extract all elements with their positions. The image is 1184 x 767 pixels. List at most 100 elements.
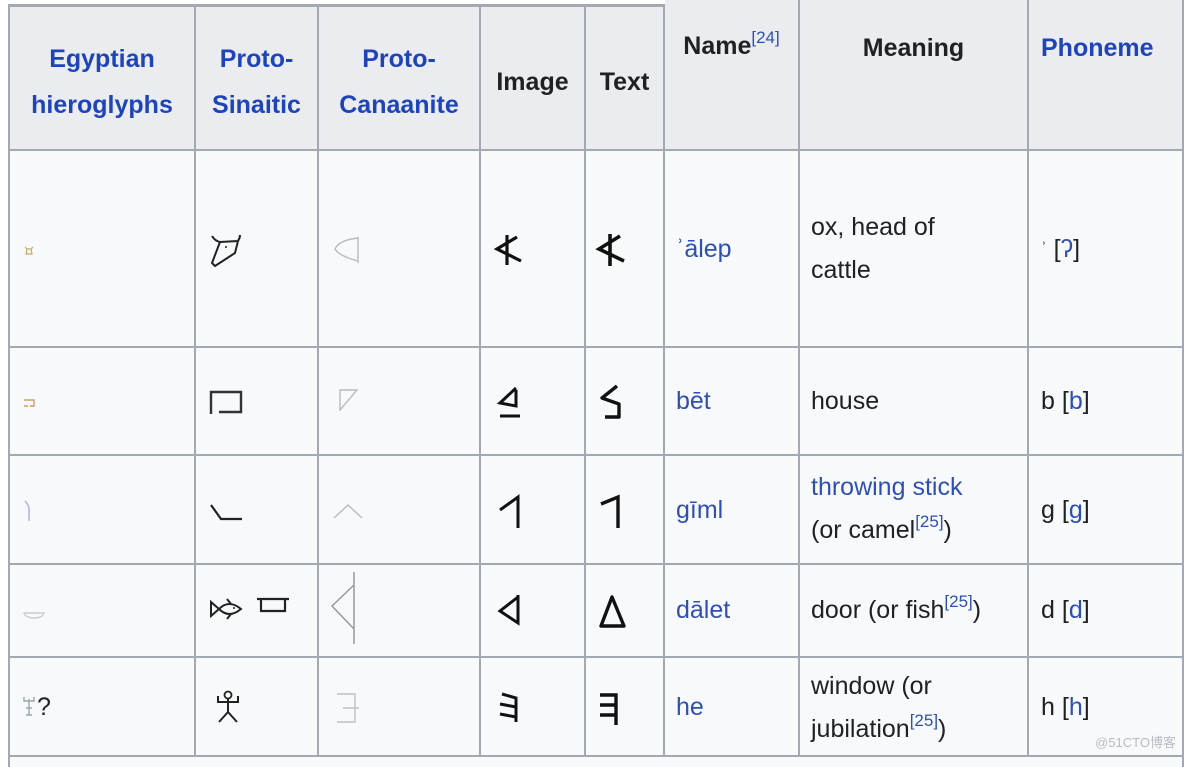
meaning-dalet-text: door (or fish (811, 596, 945, 624)
meaning-aleph-line1: ox, head of (811, 213, 935, 241)
door-hieroglyph-icon (22, 612, 46, 619)
citation-25-link[interactable]: [25] (910, 711, 938, 730)
header-proto-sinaitic[interactable]: Proto- Sinaitic (196, 4, 319, 151)
header-sinaitic-line2: Sinaitic (212, 91, 301, 119)
citation-25-link[interactable]: [25] (944, 592, 972, 611)
bet-phoenician-icon (496, 386, 520, 418)
meaning-he-close: ) (938, 715, 947, 743)
phoneme-bet-ipa-link[interactable]: b (1069, 387, 1083, 415)
phoneme-gimel-ipa-link[interactable]: g (1069, 496, 1083, 524)
header-phoneme[interactable]: Phoneme (1029, 0, 1184, 151)
table-row-he-sinaitic (196, 658, 319, 757)
citation-25-link[interactable]: [25] (915, 512, 943, 531)
header-egyptian-line2: hieroglyphs (31, 91, 173, 119)
table-row-aleph-meaning: ox, head of cattle (800, 151, 1029, 348)
dalet-text-glyph-icon (599, 595, 626, 628)
header-sinaitic-line1: Proto- (219, 45, 294, 73)
table-row-aleph-phoneme: ʾ [ʔ] (1029, 151, 1184, 348)
table-row-aleph-egyptian (8, 151, 196, 348)
gimel-text-glyph-icon (600, 494, 620, 528)
table-row-bet-image (481, 348, 586, 456)
name-link-dalet[interactable]: dālet (676, 589, 730, 631)
phoneme-bet: b [b] (1041, 387, 1090, 415)
meaning-gimel-text: (or camel (811, 516, 916, 544)
table-row-partial (8, 757, 1184, 767)
meaning-he-line2: jubilation[25]) (811, 708, 946, 750)
meaning-he-line1: window (or (811, 672, 932, 700)
ox-head-hieroglyph-icon (24, 246, 34, 255)
name-link-he[interactable]: he (676, 686, 704, 728)
table-row-aleph-canaanite (319, 151, 481, 348)
header-image-label: Image (496, 68, 569, 96)
aleph-canaanite-icon (334, 237, 359, 263)
header-text-label: Text (599, 68, 650, 96)
he-text-glyph-icon (600, 693, 618, 725)
meaning-dalet: door (or fish[25]) (811, 589, 981, 631)
egyptian-he-uncertain-mark: ? (37, 693, 51, 721)
watermark: @51CTO博客 (1095, 735, 1176, 750)
header-meaning-label: Meaning (862, 34, 965, 62)
name-link-bet[interactable]: bēt (676, 380, 711, 422)
bet-text-glyph-icon (600, 384, 621, 419)
table-row-bet-meaning: house (800, 348, 1029, 456)
table-row-aleph-name: ʾālep (665, 151, 800, 348)
table-row-dalet-meaning: door (or fish[25]) (800, 565, 1029, 658)
gimel-canaanite-icon (333, 504, 363, 519)
table-row-gimel-sinaitic (196, 456, 319, 565)
table-row-dalet-name: dālet (665, 565, 800, 658)
dalet-phoenician-icon (497, 595, 520, 626)
table-row-bet-canaanite (319, 348, 481, 456)
header-canaanite-line2: Canaanite (339, 91, 459, 119)
phoneme-aleph-ipa-link[interactable]: ʔ (1061, 235, 1074, 263)
gimel-phoenician-icon (499, 494, 520, 528)
meaning-link-throwing-stick[interactable]: throwing stick (811, 466, 962, 508)
name-link-aleph[interactable]: ʾālep (676, 228, 732, 270)
name-link-gimel[interactable]: gīml (676, 489, 723, 531)
phoenician-alphabet-table: Egyptian hieroglyphs Proto- Sinaitic Pro… (0, 0, 1184, 767)
table-row-he-egyptian: ? (8, 658, 196, 757)
phoneme-he-ipa-link[interactable]: h (1069, 693, 1083, 721)
header-name: Name[24] (665, 0, 800, 151)
citation-24-link[interactable]: [24] (751, 28, 779, 47)
table-row-bet-name: bēt (665, 348, 800, 456)
table-row-dalet-text (586, 565, 665, 658)
house-icon (209, 390, 243, 414)
phoneme-dalet: d [d] (1041, 596, 1090, 624)
table-row-gimel-canaanite (319, 456, 481, 565)
table-row-bet-text (586, 348, 665, 456)
table-row-aleph-text (586, 151, 665, 348)
jubilating-man-icon (217, 690, 239, 723)
table-row-gimel-name: gīml (665, 456, 800, 565)
header-proto-canaanite[interactable]: Proto- Canaanite (319, 4, 481, 151)
table-row-he-text (586, 658, 665, 757)
throwing-stick-icon (210, 504, 242, 521)
header-name-wrap: Name[24] (665, 24, 798, 69)
header-text: Text (586, 4, 665, 151)
dalet-canaanite-icon (330, 572, 355, 644)
meaning-he-text: jubilation (811, 715, 910, 743)
meaning-gimel-close: ) (943, 516, 952, 544)
he-canaanite-icon (337, 693, 359, 723)
table-row-he-name: he (665, 658, 800, 757)
table-row-bet-egyptian (8, 348, 196, 456)
table-row-gimel-image (481, 456, 586, 565)
phoneme-bet-plain: b (1041, 387, 1055, 415)
table-row-bet-phoneme: b [b] (1029, 348, 1184, 456)
aleph-phoenician-icon (493, 235, 522, 265)
header-egyptian-hieroglyphs[interactable]: Egyptian hieroglyphs (8, 4, 196, 151)
table-row-dalet-egyptian (8, 565, 196, 658)
phoneme-dalet-ipa-link[interactable]: d (1069, 596, 1083, 624)
table-row-he-canaanite (319, 658, 481, 757)
table-row-gimel-text (586, 456, 665, 565)
header-image: Image (481, 4, 586, 151)
phoneme-aleph: ʾ [ʔ] (1041, 235, 1081, 263)
phoneme-he-plain: h (1041, 693, 1055, 721)
throwing-stick-hieroglyph-icon (24, 500, 30, 521)
ox-head-icon (211, 234, 241, 267)
header-phoneme-label: Phoneme (1041, 34, 1154, 62)
table-row-dalet-phoneme: d [d] (1029, 565, 1184, 658)
phoneme-dalet-plain: d (1041, 596, 1055, 624)
table-row-bet-sinaitic (196, 348, 319, 456)
phoneme-aleph-plain: ʾ (1041, 239, 1047, 258)
meaning-bet: house (811, 387, 880, 415)
